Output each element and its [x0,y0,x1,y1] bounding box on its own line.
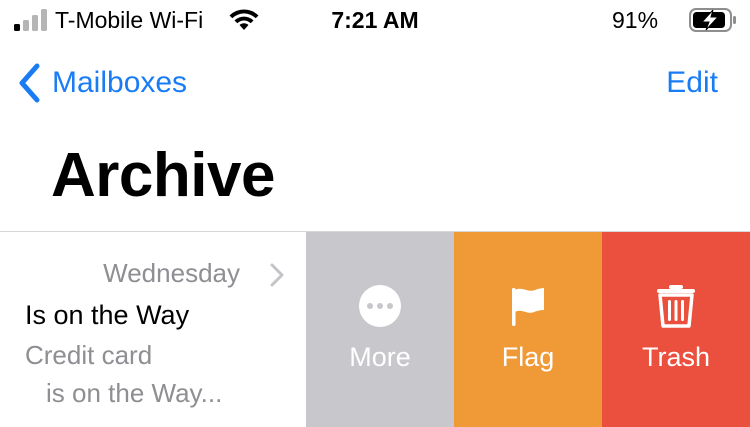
edit-button[interactable]: Edit [666,66,718,100]
flag-action-button[interactable]: Flag [454,232,602,427]
message-sender: Is on the Way [25,300,190,330]
message-row[interactable]: Wednesday Is on the Way Credit card is o… [0,232,750,427]
back-label: Mailboxes [52,66,188,99]
trash-label: Trash [641,342,710,372]
status-bar: T-Mobile Wi-Fi 7:21 AM 91% [0,0,750,44]
flag-label: Flag [501,342,555,372]
trash-icon [654,284,698,328]
back-to-mailboxes-button[interactable]: Mailboxes [16,62,187,104]
message-content[interactable]: Wednesday Is on the Way Credit card is o… [0,232,306,427]
message-date: Wednesday [103,258,240,288]
trash-action-button[interactable]: Trash [602,232,750,427]
chevron-right-icon [270,263,284,287]
more-action-button[interactable]: More [306,232,454,427]
flag-icon [506,284,550,328]
ellipsis-circle-icon [358,284,402,328]
chevron-left-icon [19,63,40,103]
message-preview-line1: Credit card [25,340,153,370]
page-title: Archive [51,141,275,210]
battery-percentage: 91% [612,7,659,33]
message-preview-line2: is on the Way... [46,378,223,408]
battery-charging-icon [689,8,736,32]
more-label: More [349,342,411,372]
